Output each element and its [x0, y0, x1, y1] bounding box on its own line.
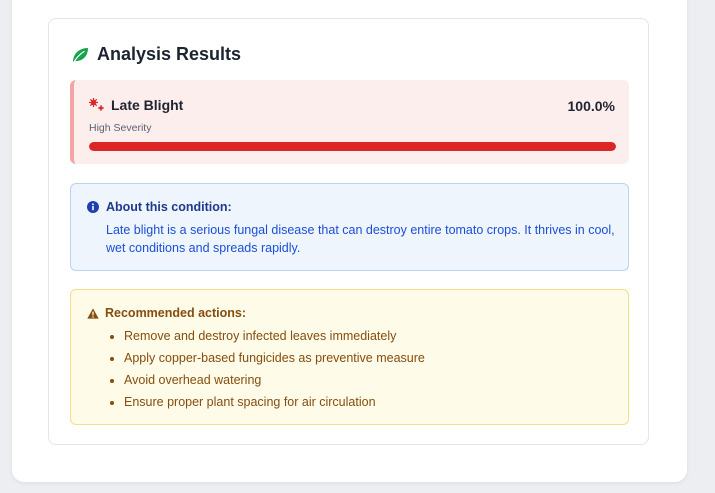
disease-name: Late Blight: [111, 97, 184, 113]
confidence-progress-bar: [89, 142, 616, 151]
actions-title: Recommended actions:: [105, 306, 247, 320]
actions-list: Remove and destroy infected leaves immed…: [106, 325, 425, 413]
analysis-results-card: Analysis Results Late Blight 100.0% High…: [48, 18, 649, 445]
about-description: Late blight is a serious fungal disease …: [106, 223, 615, 255]
results-title: Analysis Results: [97, 44, 242, 64]
about-title: About this condition:: [106, 200, 232, 214]
warning-icon: [87, 307, 99, 319]
list-item: Avoid overhead watering: [124, 369, 425, 391]
leaf-icon: [72, 47, 88, 63]
info-icon: [87, 201, 99, 213]
list-item: Remove and destroy infected leaves immed…: [124, 325, 425, 347]
confidence-value: 100.0%: [567, 98, 615, 114]
list-item: Ensure proper plant spacing for air circ…: [124, 391, 425, 413]
confidence-progress-fill: [89, 142, 616, 151]
virus-icon: [89, 98, 104, 111]
about-header: About this condition:: [87, 200, 232, 214]
recommended-actions-box: Recommended actions: Remove and destroy …: [70, 289, 629, 425]
about-condition-box: About this condition: Late blight is a s…: [70, 183, 629, 271]
disease-header: Late Blight: [89, 97, 183, 113]
list-item: Apply copper-based fungicides as prevent…: [124, 347, 425, 369]
severity-label: High Severity: [89, 122, 152, 134]
actions-header: Recommended actions:: [87, 306, 246, 320]
results-header: Analysis Results: [70, 44, 241, 65]
disease-result: Late Blight 100.0% High Severity: [70, 80, 629, 164]
